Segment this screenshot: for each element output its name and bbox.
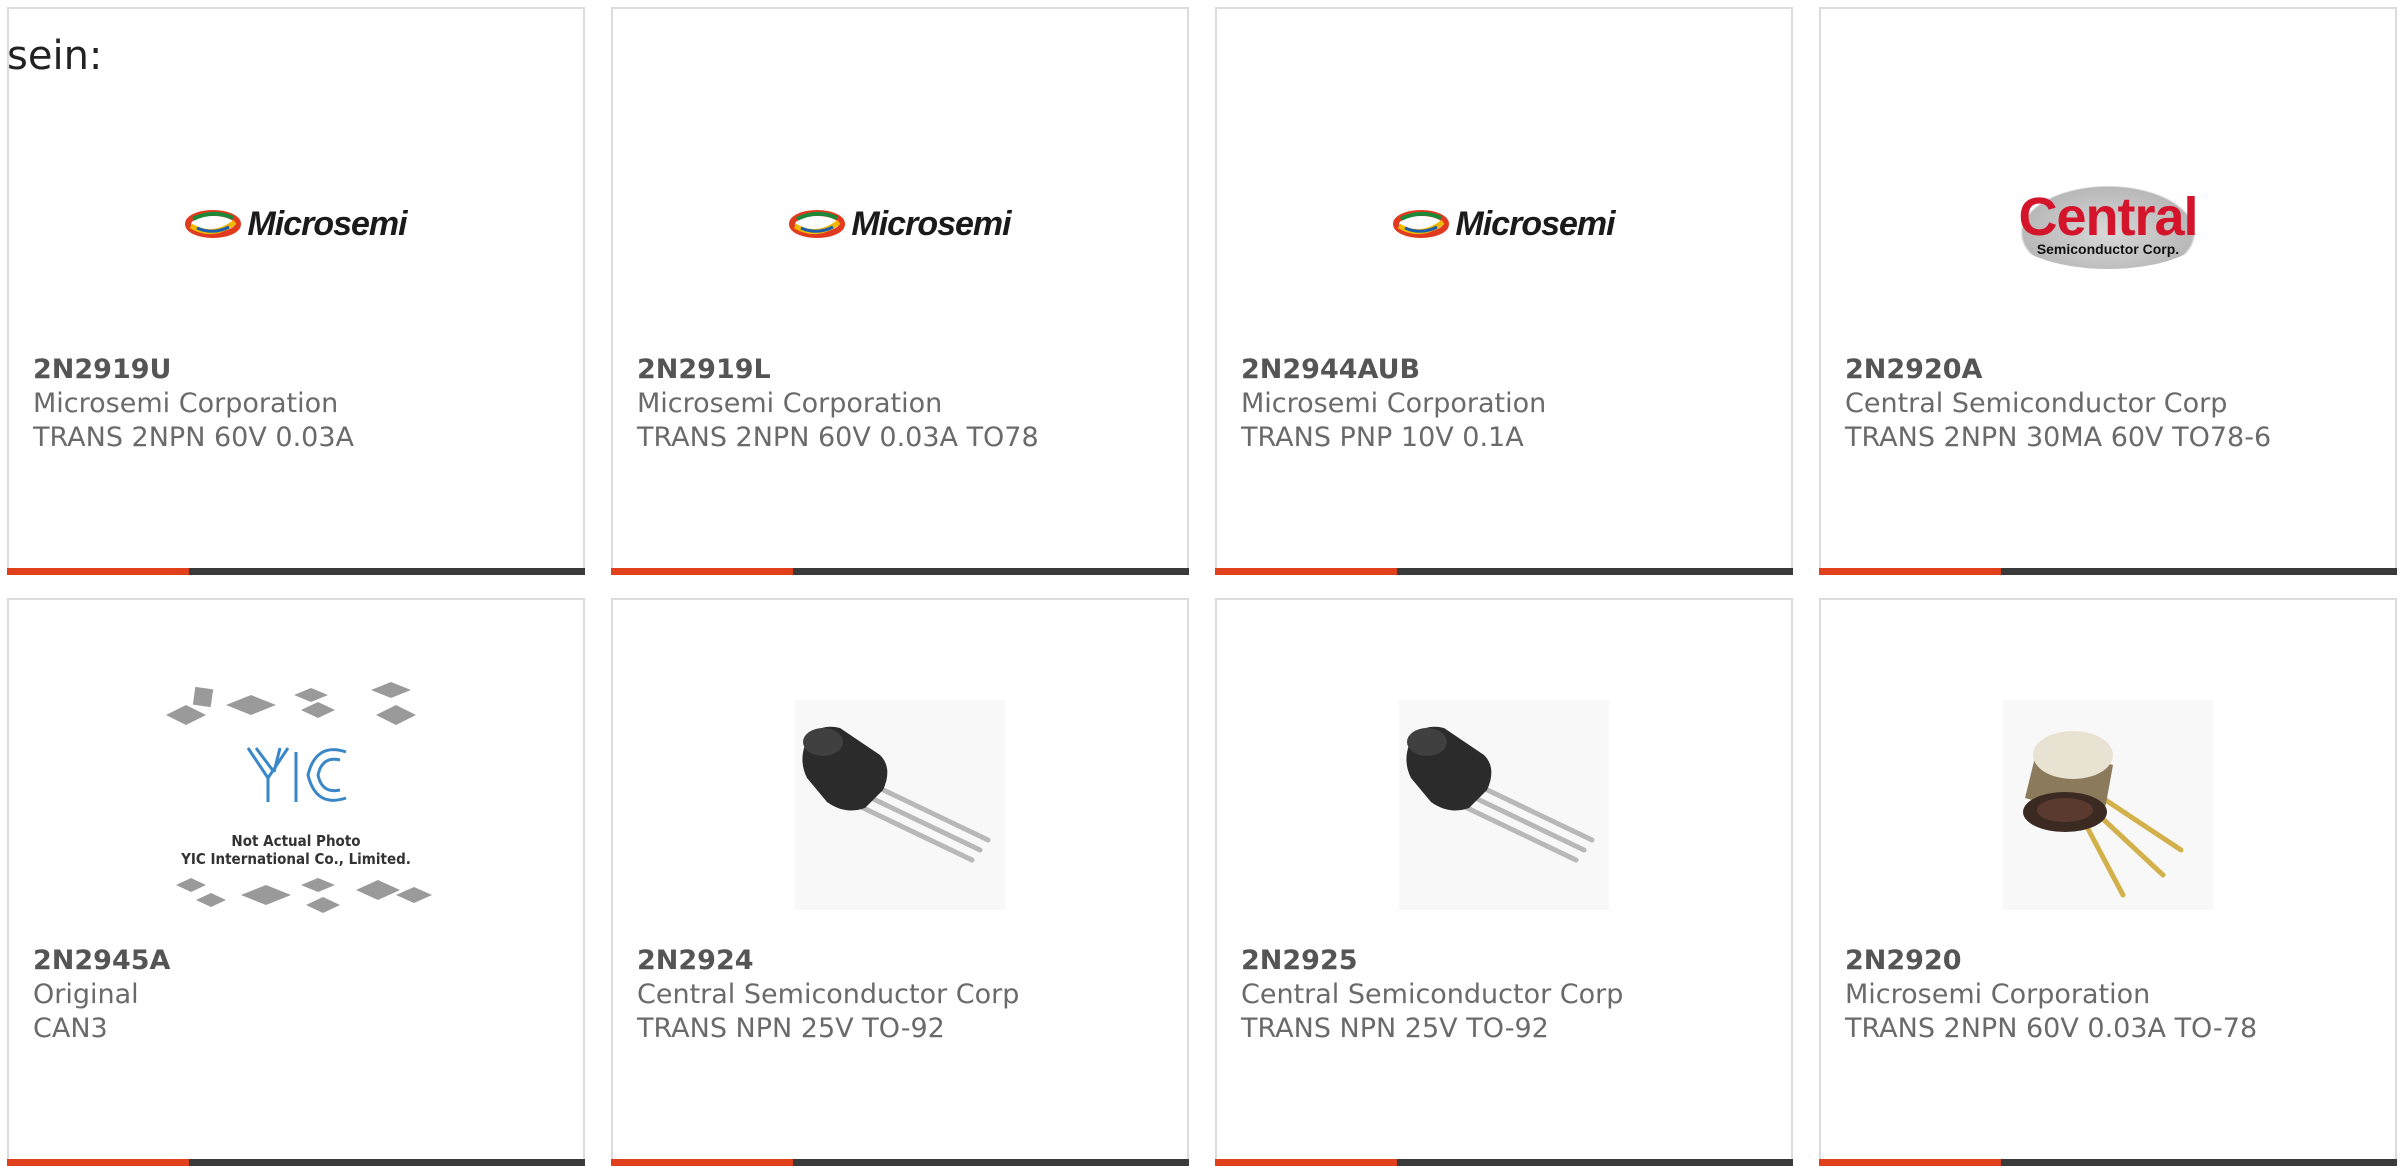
product-image[interactable] — [1217, 690, 1791, 920]
description: TRANS 2NPN 60V 0.03A TO78 — [637, 422, 1039, 453]
card-underline — [1819, 568, 2397, 575]
manufacturer: Microsemi Corporation — [33, 388, 339, 419]
part-number[interactable]: 2N2944AUB — [1241, 353, 1771, 387]
product-card[interactable]: Central Semiconductor Corp. 2N2920A Cent… — [1819, 7, 2397, 575]
description: TRANS NPN 25V TO-92 — [637, 1013, 945, 1044]
description: CAN3 — [33, 1013, 108, 1044]
to78-metal-can-icon — [2003, 700, 2213, 910]
central-semiconductor-logo-icon: Central Semiconductor Corp. — [2008, 179, 2208, 269]
card-underline — [1215, 1159, 1793, 1166]
product-card[interactable]: 2N2920 Microsemi Corporation TRANS 2NPN … — [1819, 598, 2397, 1166]
manufacturer: Central Semiconductor Corp — [1845, 388, 2228, 419]
manufacturer: Microsemi Corporation — [1241, 388, 1547, 419]
manufacturer: Central Semiconductor Corp — [1241, 979, 1624, 1010]
microsemi-logo-icon: Microsemi — [185, 205, 408, 244]
product-card[interactable]: 2N2925 Central Semiconductor Corp TRANS … — [1215, 598, 1793, 1166]
description: TRANS 2NPN 30MA 60V TO78-6 — [1845, 422, 2272, 453]
part-number[interactable]: 2N2920A — [1845, 353, 2375, 387]
product-image[interactable]: Microsemi — [613, 119, 1187, 329]
to92-transistor-icon — [1399, 700, 1609, 910]
description: TRANS 2NPN 60V 0.03A — [33, 422, 354, 453]
part-number[interactable]: 2N2919U — [33, 353, 563, 387]
product-image[interactable] — [613, 690, 1187, 920]
description: TRANS 2NPN 60V 0.03A TO-78 — [1845, 1013, 2258, 1044]
to92-transistor-icon — [795, 700, 1005, 910]
yic-placeholder-icon: Not Actual Photo YIC International Co., … — [156, 680, 436, 930]
part-number[interactable]: 2N2920 — [1845, 944, 2375, 978]
product-card[interactable]: Not Actual Photo YIC International Co., … — [7, 598, 585, 1166]
card-underline — [7, 568, 585, 575]
part-number[interactable]: 2N2924 — [637, 944, 1167, 978]
description: TRANS PNP 10V 0.1A — [1241, 422, 1524, 453]
product-grid: Microsemi 2N2919U Microsemi Corporation … — [7, 7, 2400, 1166]
manufacturer: Central Semiconductor Corp — [637, 979, 1020, 1010]
description: TRANS NPN 25V TO-92 — [1241, 1013, 1549, 1044]
card-underline — [1819, 1159, 2397, 1166]
product-card[interactable]: Microsemi 2N2944AUB Microsemi Corporatio… — [1215, 7, 1793, 575]
product-card[interactable]: 2N2924 Central Semiconductor Corp TRANS … — [611, 598, 1189, 1166]
product-image[interactable]: Central Semiconductor Corp. — [1821, 119, 2395, 329]
card-underline — [611, 1159, 1189, 1166]
part-number[interactable]: 2N2945A — [33, 944, 563, 978]
product-image[interactable]: Not Actual Photo YIC International Co., … — [9, 680, 583, 930]
product-card[interactable]: Microsemi 2N2919U Microsemi Corporation … — [7, 7, 585, 575]
microsemi-logo-icon: Microsemi — [789, 205, 1012, 244]
lead-text: sein: — [7, 33, 103, 79]
card-underline — [611, 568, 1189, 575]
product-image[interactable] — [1821, 690, 2395, 920]
part-number[interactable]: 2N2919L — [637, 353, 1167, 387]
manufacturer: Microsemi Corporation — [637, 388, 943, 419]
product-image[interactable]: Microsemi — [1217, 119, 1791, 329]
card-underline — [7, 1159, 585, 1166]
card-underline — [1215, 568, 1793, 575]
part-number[interactable]: 2N2925 — [1241, 944, 1771, 978]
product-image[interactable]: Microsemi — [9, 119, 583, 329]
manufacturer: Original — [33, 979, 139, 1010]
manufacturer: Microsemi Corporation — [1845, 979, 2151, 1010]
microsemi-logo-icon: Microsemi — [1393, 205, 1616, 244]
product-card[interactable]: Microsemi 2N2919L Microsemi Corporation … — [611, 7, 1189, 575]
